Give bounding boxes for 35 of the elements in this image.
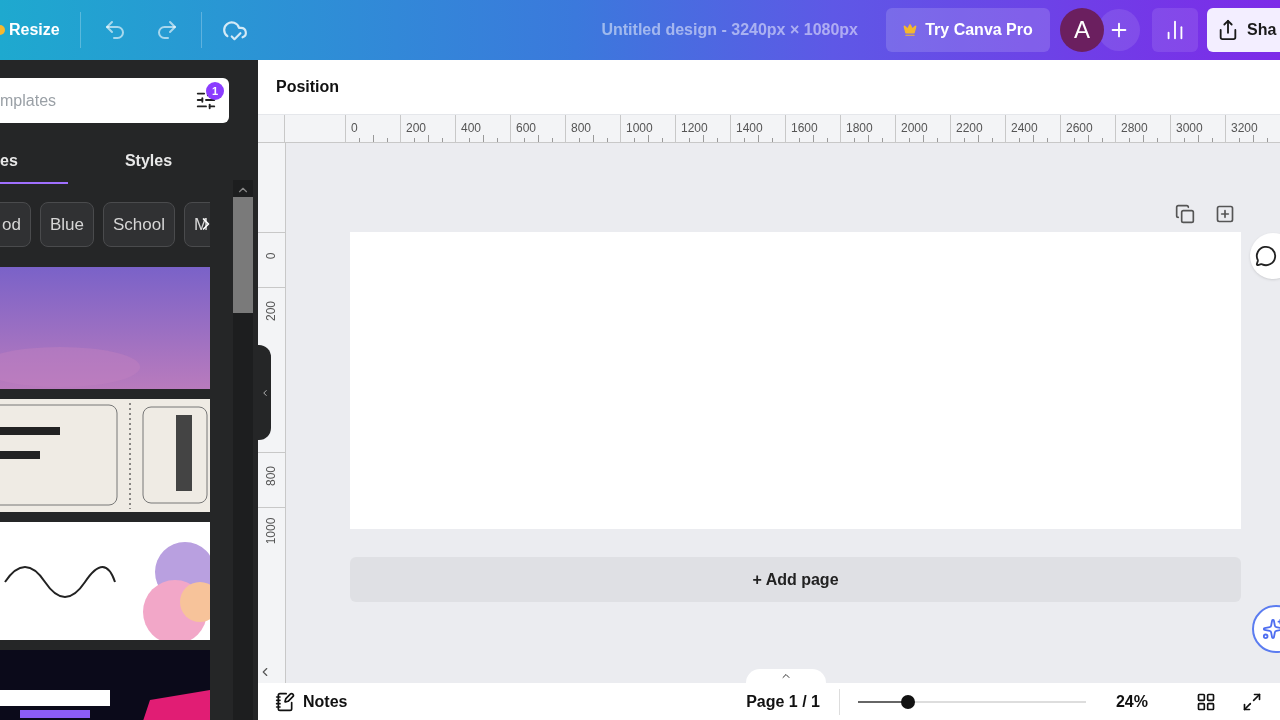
ruler-label: 1000 (626, 120, 653, 137)
ruler-label: 200 (406, 120, 427, 137)
ruler-label: 2400 (1011, 120, 1038, 137)
filter-chip[interactable]: Blue (39, 202, 94, 248)
ruler-label: 200 (263, 301, 280, 321)
share-button[interactable]: Sha (1207, 8, 1280, 52)
ruler-label: 800 (263, 466, 280, 486)
ruler-label: 800 (571, 120, 592, 137)
panel-tab[interactable]: es (0, 140, 68, 185)
try-pro-button[interactable]: Try Canva Pro (886, 8, 1050, 52)
ruler-label: 0 (351, 120, 358, 137)
ruler-label: 0 (263, 252, 280, 260)
ruler-label: 1200 (681, 120, 708, 137)
ruler-label: 1400 (736, 120, 763, 137)
ruler-label: 2600 (1066, 120, 1093, 137)
ruler-label: 2800 (1121, 120, 1148, 137)
ruler-label: 1800 (846, 120, 873, 137)
add-page-button[interactable]: + Add page (350, 557, 1241, 602)
ruler-label: 1000 (263, 517, 280, 545)
avatar[interactable]: A (1060, 8, 1104, 52)
ruler-label: 2000 (901, 120, 928, 137)
zoom-reading[interactable]: 24% (1115, 689, 1148, 714)
panel-tab[interactable]: Styles (68, 140, 229, 185)
toolbar-title[interactable]: Position (276, 75, 340, 99)
ruler-label: 3200 (1231, 120, 1258, 137)
filter-chip[interactable]: od (0, 202, 31, 248)
ruler-label: 600 (516, 120, 537, 137)
notes-button[interactable]: Notes (275, 689, 348, 714)
ruler-label: 1600 (791, 120, 818, 137)
ruler-label: 3000 (1176, 120, 1203, 137)
filter-chip[interactable]: School (102, 202, 175, 248)
filter-chip[interactable]: M (183, 202, 210, 248)
page-indicator[interactable]: Page 1 / 1 (746, 689, 820, 714)
ruler-label: 2200 (956, 120, 983, 137)
ruler-label: 400 (461, 120, 482, 137)
